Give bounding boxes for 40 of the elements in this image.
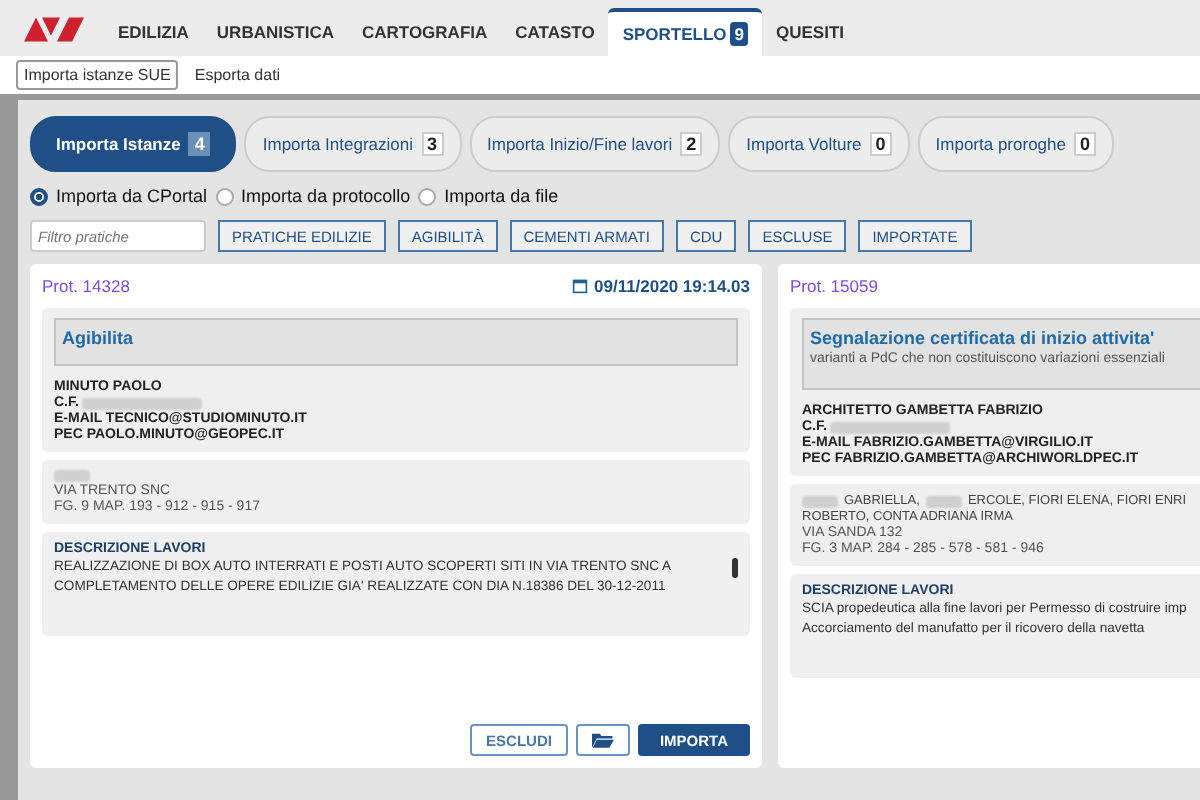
radio-button[interactable] [215,187,234,205]
redacted-text [925,495,962,507]
logo-icon [24,14,84,42]
import-tab[interactable]: Importa proroghe 0 [917,116,1114,172]
redacted-text [830,421,951,433]
subnav-tab[interactable]: Esporta dati [186,60,289,90]
radio-button[interactable] [30,187,48,205]
nav-tab[interactable]: CARTOGRAFIA [347,8,502,56]
radio-label: Importa da protocollo [241,186,411,206]
redacted-text [802,495,838,507]
radio-label: Importa da file [444,186,559,206]
scrollbar[interactable] [732,558,738,578]
import-tab[interactable]: Importa Inizio/Fine lavori 2 [469,116,721,172]
protocol-number: Prot. 14328 [42,276,130,296]
nav-tab[interactable]: URBANISTICA [202,8,348,56]
request-type: Segnalazione certificata di inizio attivita' [810,328,1157,348]
folder-button[interactable] [575,724,630,756]
subnav-tab[interactable]: Importa istanze SUE [16,60,179,90]
redacted-text [54,470,90,482]
calendar-icon [572,278,588,294]
count-badge: 3 [421,132,444,156]
nav-tab[interactable]: SPORTELLO 9 [608,8,762,56]
count-badge: 2 [680,132,703,156]
nav-tab[interactable]: QUESITI [762,8,859,56]
nav-tab[interactable]: EDILIZIA [104,8,203,56]
radio-label: Importa da CPortal [56,186,208,206]
count-badge: 9 [730,22,748,46]
date-text: 09/11/2020 19:14.03 [594,276,750,296]
radio-button[interactable] [418,187,437,205]
nav-tab[interactable]: CATASTO [501,8,609,56]
protocol-number: Prot. 15059 [790,276,878,296]
count-badge: 0 [869,132,892,156]
folder-icon [591,732,614,748]
redacted-text [82,397,203,409]
import-tab[interactable]: Importa Integrazioni 3 [244,116,462,172]
request-type: Agibilita [62,328,135,348]
count-badge: 4 [188,132,211,156]
import-tab[interactable]: Importa Volture 0 [728,116,910,172]
import-tab[interactable]: Importa Istanze 4 [30,116,237,172]
count-badge: 0 [1073,132,1096,156]
